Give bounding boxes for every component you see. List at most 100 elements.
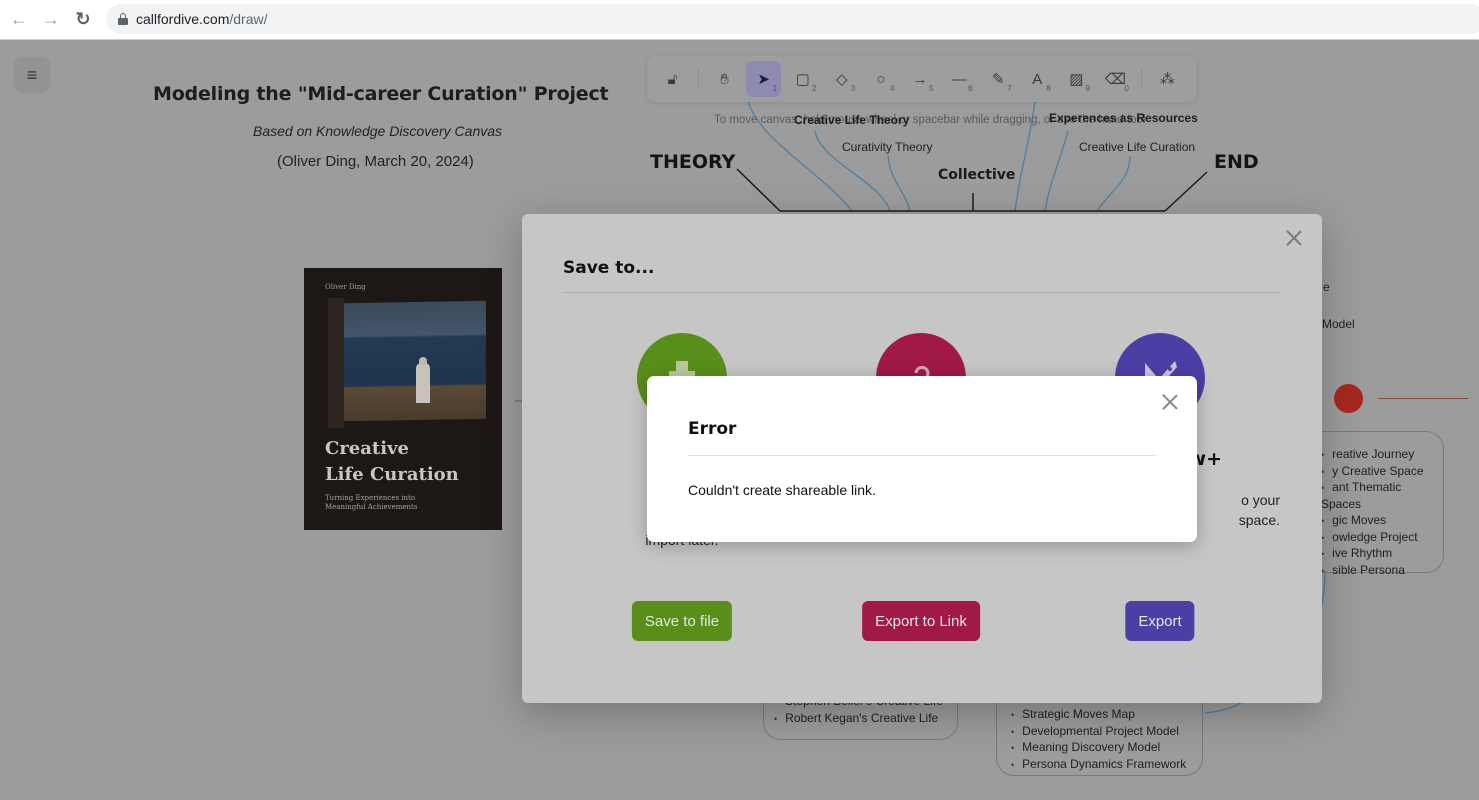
url-text: callfordive.com/draw/ (136, 11, 268, 27)
error-message: Couldn't create shareable link. (688, 482, 876, 498)
side-label-model: Model (1322, 317, 1355, 331)
selection-icon: ➤ (757, 71, 770, 88)
tool-image[interactable]: ▨ 9 (1059, 61, 1094, 97)
tool-shortcut: 1 (772, 84, 778, 93)
ellipse-icon: ○ (876, 70, 886, 88)
book-cover-wall (328, 298, 344, 428)
tool-arrow[interactable]: → 5 (902, 61, 937, 97)
back-button[interactable]: ← (5, 6, 33, 34)
list-item: gic Moves (1321, 513, 1443, 530)
desc-line: o your (1241, 492, 1280, 508)
right-concept-list: reative Journeyy Creative Spaceant Thema… (1321, 447, 1443, 580)
forward-button[interactable]: → (37, 6, 65, 34)
close-save-dialog-button[interactable] (1284, 228, 1304, 248)
tool-draw[interactable]: ✎ 7 (981, 61, 1016, 97)
label-creative-life-curation: Creative Life Curation (1079, 140, 1196, 154)
tool-line[interactable]: —6 (942, 61, 977, 97)
theory-pointer (736, 168, 781, 212)
list-item: Robert Kegan's Creative Life (774, 711, 957, 728)
canvas-subtitle: Based on Knowledge Discovery Canvas (253, 123, 503, 139)
book-tagline-line: Turning Experiences into (325, 494, 416, 502)
red-node[interactable] (1334, 384, 1363, 413)
book-title-line: Life Curation (325, 464, 459, 485)
side-label-fragment: e (1323, 280, 1330, 294)
connector-curve (887, 155, 911, 212)
rectangle-icon: ▢ (795, 71, 810, 88)
hand-icon: ✋︎ (720, 70, 729, 88)
tool-shortcut: 4 (889, 84, 895, 93)
arrow-right-icon: → (42, 9, 60, 29)
error-dialog-divider (688, 455, 1156, 456)
reload-button[interactable]: ↻ (69, 6, 97, 34)
image-icon: ▨ (1069, 71, 1084, 88)
toolbar-separator (1140, 68, 1142, 90)
reload-icon: ↻ (75, 9, 91, 29)
label-end: END (1214, 151, 1259, 173)
error-dialog: Error Couldn't create shareable link. (647, 376, 1197, 542)
book-title-line: Creative (325, 438, 409, 459)
tool-shortcut: 2 (811, 84, 817, 93)
list-item: sible Persona (1321, 563, 1443, 580)
list-item: Developmental Project Model (1011, 724, 1202, 741)
tool-rectangle[interactable]: ▢ 2 (785, 61, 820, 97)
connector-curve (1096, 155, 1131, 212)
save-to-file-button[interactable]: Save to file (631, 601, 733, 641)
list-item: y Creative Space (1321, 464, 1443, 481)
tool-shortcut: 0 (1124, 84, 1129, 93)
connector-curve (1044, 130, 1069, 212)
toolbar-separator (698, 68, 700, 90)
shape-toolbar: 🔓︎ ✋︎ ➤ 1 ▢ 2 ◇ 3 ○ 4 → 5—6 ✎ 7 A 8 ▨ 9 ⌫ 0 ⁂ (647, 56, 1197, 102)
book-author: Oliver Ding (325, 283, 366, 291)
label-collective: Collective (938, 167, 1016, 183)
list-item: reative Journey (1321, 447, 1443, 464)
tool-text[interactable]: A8 (1020, 61, 1055, 97)
main-menu-button[interactable]: ≡ (14, 57, 50, 93)
tool-shortcut: 3 (850, 84, 856, 93)
list-item: Strategic Moves Map (1011, 707, 1202, 724)
tool-diamond[interactable]: ◇ 3 (824, 61, 859, 97)
tool-library[interactable]: ⁂ (1150, 61, 1185, 97)
tool-shortcut: 9 (1085, 84, 1090, 93)
list-item: Persona Dynamics Framework (1011, 757, 1202, 774)
save-dialog-title: Save to... (563, 258, 655, 278)
tool-lock[interactable]: 🔓︎ (655, 61, 690, 97)
lock-icon (118, 13, 128, 25)
export-button[interactable]: Export (1125, 601, 1195, 641)
tool-shortcut: 5 (929, 84, 934, 93)
label-creative-life-theory: Creative Life Theory (794, 113, 910, 127)
url-host: callfordive.com (136, 11, 230, 27)
bottom-right-concept-list: Strategic Moves MapDevelopmental Project… (1011, 707, 1202, 774)
hamburger-icon: ≡ (26, 65, 38, 85)
canvas-byline: (Oliver Ding, March 20, 2024) (277, 153, 474, 170)
tool-hand[interactable]: ✋︎ (707, 61, 742, 97)
url-path: /draw/ (229, 11, 268, 27)
tool-shortcut: 6 (968, 84, 973, 93)
book-tagline-line: Meaningful Achievements (325, 503, 418, 511)
list-item: Meaning Discovery Model (1011, 740, 1202, 757)
list-item: owledge Project (1321, 530, 1443, 547)
lighthouse-graphic (416, 357, 430, 403)
browser-toolbar: ← → ↻ callfordive.com/draw/ (0, 0, 1479, 40)
close-error-dialog-button[interactable] (1162, 394, 1178, 410)
tool-eraser[interactable]: ⌫ 0 (1098, 61, 1133, 97)
save-dialog-divider (563, 292, 1280, 293)
address-bar[interactable]: callfordive.com/draw/ (106, 4, 1479, 34)
export-to-link-button[interactable]: Export to Link (862, 601, 980, 641)
book-cover-image[interactable]: Oliver Ding Creative Life Curation Turnin… (304, 268, 502, 530)
red-node-arrow (1378, 398, 1468, 399)
text-icon: A (1032, 70, 1043, 88)
label-experiences-as-resources: Experences as Resources (1049, 111, 1198, 125)
list-item: ant Thematic Spaces (1321, 480, 1443, 512)
list-item: ive Rhythm (1321, 546, 1443, 563)
arrow-icon: → (912, 70, 928, 88)
book-cover-photo (344, 300, 486, 422)
book-title: Creative Life Curation (325, 436, 459, 488)
label-theory: THEORY (650, 151, 736, 173)
label-curativity-theory: Curativity Theory (842, 140, 933, 154)
tool-ellipse[interactable]: ○ 4 (863, 61, 898, 97)
end-pointer (1164, 171, 1208, 212)
tool-selection[interactable]: ➤ 1 (746, 61, 782, 97)
lock-icon: 🔓︎ (667, 70, 678, 88)
desc-line: space. (1238, 512, 1280, 528)
line-icon: — (951, 70, 967, 88)
